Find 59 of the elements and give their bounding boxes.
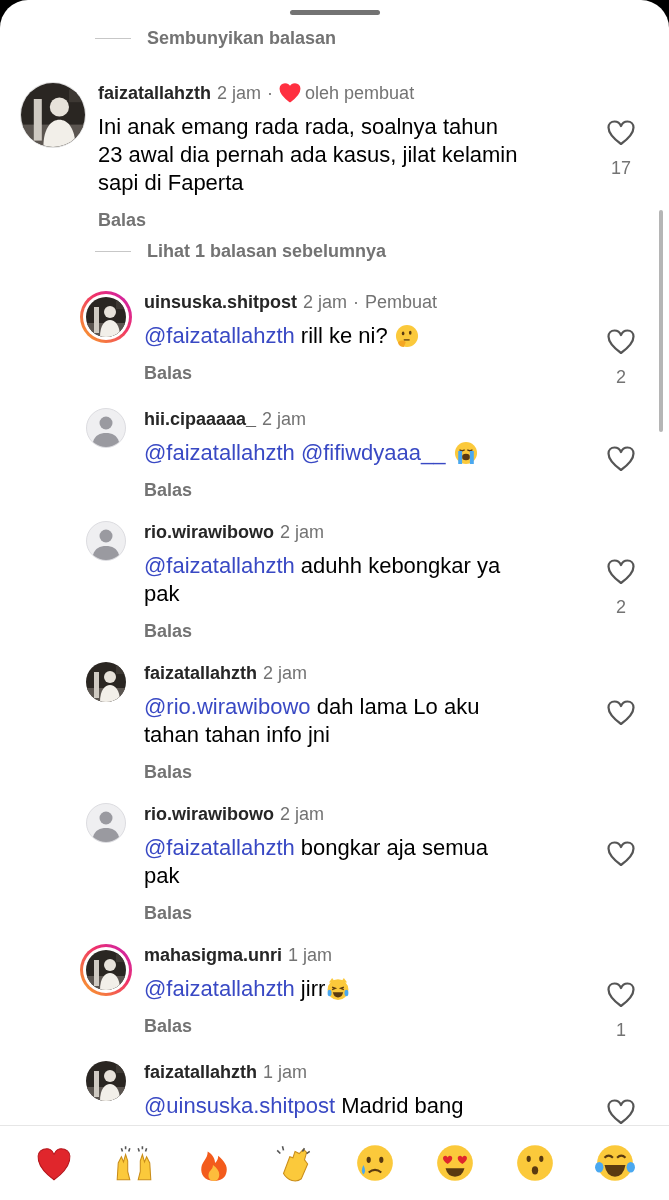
username[interactable]: faizatallahzth (98, 82, 212, 104)
username[interactable]: faizatallahzth (144, 662, 258, 684)
creator-label: Pembuat (365, 291, 438, 313)
separator-dot: · (267, 82, 274, 104)
heart-icon (279, 83, 302, 103)
like-count: 1 (616, 1020, 626, 1041)
thread-toggle-link[interactable]: Lihat 1 balasan sebelumnya (147, 240, 387, 262)
reply-link[interactable]: Balas (144, 761, 193, 783)
username[interactable]: hii.cipaaaaa_ (144, 408, 257, 430)
thread-toggle-link[interactable]: Sembunyikan balasan (147, 27, 337, 49)
comment-text: @faizatallahzth bongkar aja semua pak (144, 834, 489, 890)
like-count: 2 (616, 367, 626, 388)
default-avatar-icon (86, 521, 126, 561)
like-heart-icon[interactable] (607, 841, 635, 867)
comment-text: @rio.wirawibowo dah lama Lo aku tahan tahan info jni (144, 693, 481, 749)
timestamp: 2 jam (280, 803, 325, 825)
like-heart-icon[interactable] (607, 446, 635, 472)
comment-text: @faizatallahzth rill ke ni? (144, 322, 514, 350)
reply-link[interactable]: Balas (144, 1015, 193, 1037)
like-heart-icon[interactable] (607, 1099, 635, 1125)
reply-link[interactable]: Balas (144, 902, 193, 924)
drag-handle[interactable] (289, 10, 380, 15)
timestamp: 2 jam (303, 291, 348, 313)
comment-text: @faizatallahzth @fifiwdyaaa__ (144, 439, 514, 467)
crying-emoji-icon (452, 440, 479, 466)
comment-text: Ini anak emang rada rada, soalnya tahun 23 awal dia pernah ada kasus, jilat kelamin sapi di Faperta (98, 113, 519, 197)
like-heart-icon[interactable] (607, 982, 635, 1008)
comment-text: @faizatallahzth jirr (144, 975, 514, 1003)
reply-link[interactable]: Balas (144, 362, 193, 384)
username[interactable]: faizatallahzth (144, 1061, 258, 1083)
timestamp: 1 jam (288, 944, 333, 966)
username[interactable]: rio.wirawibowo (144, 521, 274, 543)
creator-label: oleh pembuat (305, 82, 415, 104)
username[interactable]: uinsuska.shitpost (144, 291, 298, 313)
like-heart-icon[interactable] (607, 700, 635, 726)
like-count: 2 (616, 597, 626, 618)
timestamp: 2 jam (217, 82, 262, 104)
like-heart-icon[interactable] (607, 559, 635, 585)
username[interactable]: rio.wirawibowo (144, 803, 274, 825)
default-avatar-icon (86, 803, 126, 843)
story-ring-avatar[interactable] (80, 291, 132, 343)
timestamp: 2 jam (263, 662, 308, 684)
default-avatar-icon (86, 408, 126, 448)
separator-dot: · (353, 291, 360, 313)
username[interactable]: mahasigma.unri (144, 944, 283, 966)
timestamp: 2 jam (280, 521, 325, 543)
reply-link[interactable]: Balas (144, 620, 193, 642)
reply-link[interactable]: Balas (98, 209, 147, 231)
comment-text: @faizatallahzth aduhh kebongkar ya pak (144, 552, 502, 608)
story-ring-avatar[interactable] (80, 944, 132, 996)
like-count: 17 (611, 158, 631, 179)
timestamp: 1 jam (263, 1061, 308, 1083)
comment-text: @uinsuska.shitpost Madrid bang (144, 1092, 465, 1120)
like-heart-icon[interactable] (607, 329, 635, 355)
like-heart-icon[interactable] (607, 120, 635, 146)
timestamp: 2 jam (262, 408, 307, 430)
tears-of-joy-reaction-icon[interactable] (593, 1142, 636, 1184)
reply-link[interactable]: Balas (144, 479, 193, 501)
thinking-emoji-icon (393, 323, 420, 349)
